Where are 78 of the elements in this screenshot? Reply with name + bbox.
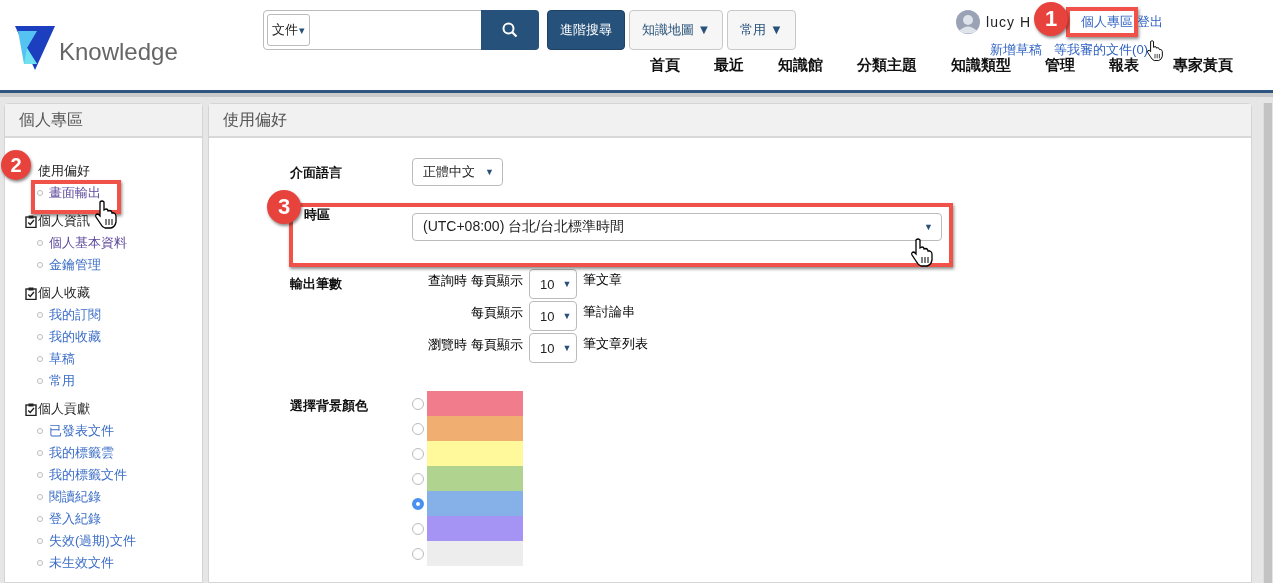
count-dropdown[interactable]: 10 ▼	[529, 269, 577, 299]
clipboard-check-icon	[25, 214, 37, 228]
field-label: 每頁顯示	[470, 304, 523, 322]
color-swatch[interactable]	[427, 491, 523, 516]
user-name: lucy H	[986, 14, 1031, 30]
nav-link[interactable]: 專家黃頁	[1173, 56, 1233, 75]
language-dropdown[interactable]: 正體中文 ▼	[412, 158, 503, 186]
sidebar-group-title: 使用偏好	[38, 162, 90, 180]
clipboard-check-icon	[25, 286, 37, 300]
sidebar-link[interactable]: 我的標籤雲	[49, 444, 114, 462]
pointer-hand-icon	[1146, 40, 1164, 62]
nav-link[interactable]: 報表	[1109, 56, 1139, 75]
nav-link[interactable]: 管理	[1045, 56, 1075, 75]
nav-link[interactable]: 最近	[714, 56, 744, 75]
field-label: 選擇背景顏色	[290, 397, 369, 415]
color-swatch[interactable]	[427, 516, 523, 541]
search-button[interactable]	[481, 10, 539, 50]
sidebar-link[interactable]: 我的收藏	[49, 328, 101, 346]
radio-button[interactable]	[412, 447, 424, 460]
user-link[interactable]: 個人專區	[1081, 13, 1133, 31]
color-swatch[interactable]	[427, 416, 523, 441]
dropdown-button[interactable]: 知識地圖 ▼	[629, 10, 724, 50]
scrollbar[interactable]	[1263, 103, 1272, 583]
sidebar-link[interactable]: 我的標籤文件	[49, 466, 127, 484]
sidebar-link[interactable]: 草稿	[49, 350, 75, 368]
pointer-hand-icon	[94, 200, 118, 230]
sidebar-link[interactable]: 閱讀紀錄	[49, 488, 101, 506]
field-label: 筆文章	[583, 271, 623, 289]
field-label: 筆討論串	[583, 303, 636, 321]
logo-icon	[15, 26, 55, 70]
sidebar-group-title: 個人資訊	[38, 212, 90, 230]
sidebar-link[interactable]: 登入紀錄	[49, 510, 101, 528]
count-dropdown[interactable]: 10 ▼	[529, 301, 577, 331]
radio-button[interactable]	[412, 422, 424, 435]
nav-link[interactable]: 知識類型	[951, 56, 1011, 75]
color-swatch[interactable]	[427, 441, 523, 466]
radio-button[interactable]	[412, 397, 424, 410]
panel-title: 個人專區	[5, 104, 202, 138]
advanced-search-button[interactable]: 進階搜尋	[547, 10, 625, 50]
field-label: 輸出筆數	[290, 275, 343, 293]
user-link[interactable]: 登出	[1137, 13, 1163, 31]
avatar-icon	[956, 10, 981, 34]
radio-button[interactable]	[412, 522, 424, 535]
radio-button[interactable]	[412, 547, 424, 560]
sidebar-link[interactable]: 金鑰管理	[49, 256, 101, 274]
scope-dropdown[interactable]: 文件▾	[267, 14, 310, 46]
step-badge: 2	[1, 150, 31, 180]
field-label: 時區	[303, 206, 331, 224]
color-swatch[interactable]	[427, 391, 523, 416]
field-label: 介面語言	[290, 164, 343, 182]
pointer-hand-icon	[910, 238, 934, 268]
nav-link[interactable]: 首頁	[650, 56, 680, 75]
nav-link[interactable]: 知識館	[778, 56, 823, 75]
radio-button[interactable]	[412, 472, 424, 485]
panel-title: 使用偏好	[209, 104, 1251, 138]
radio-button[interactable]	[412, 497, 424, 510]
count-dropdown[interactable]: 10 ▼	[529, 333, 577, 363]
nav-link[interactable]: 分類主題	[857, 56, 917, 75]
dropdown-button[interactable]: 常用 ▼	[727, 10, 796, 50]
sidebar-link[interactable]: 畫面輸出	[49, 184, 101, 202]
sidebar-link[interactable]: 已發表文件	[49, 422, 114, 440]
sidebar-link[interactable]: 未生效文件	[49, 554, 114, 572]
timezone-dropdown[interactable]: (UTC+08:00) 台北/台北標準時間 ▼	[412, 213, 942, 241]
clipboard-check-icon	[25, 402, 37, 416]
sidebar-link[interactable]: 失效(過期)文件	[49, 532, 136, 550]
sidebar-group-title: 個人貢獻	[38, 400, 90, 418]
color-swatch[interactable]	[427, 466, 523, 491]
search-icon	[502, 22, 518, 38]
sidebar-link[interactable]: 個人基本資料	[49, 234, 127, 252]
field-label: 筆文章列表	[583, 335, 648, 353]
field-label: 查詢時 每頁顯示	[427, 272, 523, 290]
logo-text: Knowledge	[59, 38, 178, 66]
sidebar-group-title: 個人收藏	[38, 284, 90, 302]
search-field[interactable]: 文件▾	[263, 10, 539, 50]
sidebar-link[interactable]: 我的訂閱	[49, 306, 101, 324]
field-label: 瀏覽時 每頁顯示	[427, 336, 523, 354]
sidebar-link[interactable]: 常用	[49, 372, 75, 390]
color-swatch[interactable]	[427, 541, 523, 566]
